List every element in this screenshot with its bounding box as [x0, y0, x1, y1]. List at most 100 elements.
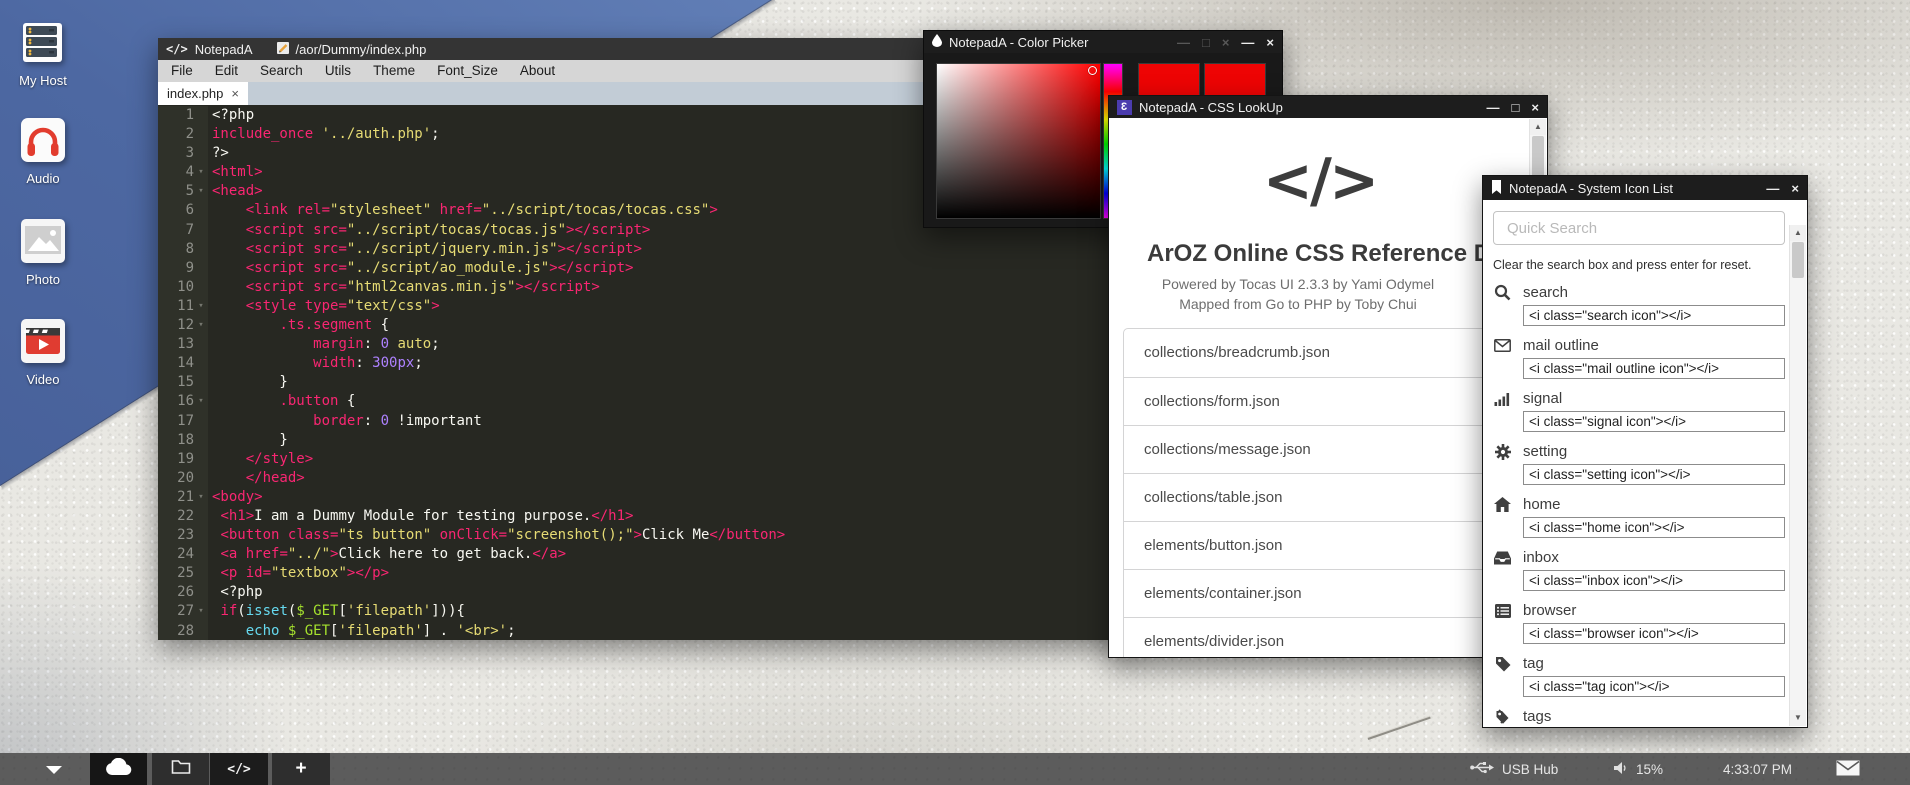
- minimize-icon[interactable]: —: [1487, 101, 1500, 114]
- fold-arrow-icon[interactable]: ▾: [194, 316, 208, 335]
- menu-item-edit[interactable]: Edit: [204, 60, 249, 82]
- iconlist-title: NotepadA - System Icon List: [1509, 181, 1673, 196]
- menu-item-about[interactable]: About: [509, 60, 566, 82]
- code-line[interactable]: 17 border: 0 !important: [158, 412, 1135, 431]
- icon-code-field[interactable]: [1523, 464, 1785, 485]
- code-line[interactable]: 21▾<body>: [158, 488, 1135, 507]
- code-line[interactable]: 20 </head>: [158, 469, 1135, 488]
- icon-code-field[interactable]: [1523, 305, 1785, 326]
- tags-icon: [1493, 708, 1512, 725]
- taskbar-tile-cloud[interactable]: [90, 753, 147, 785]
- messages-tray[interactable]: [1836, 753, 1860, 785]
- icon-code-field[interactable]: [1523, 623, 1785, 644]
- code-line[interactable]: 10 <script src="html2canvas.min.js"></sc…: [158, 278, 1135, 297]
- quick-search-input[interactable]: [1493, 211, 1785, 245]
- taskbar-tile-code[interactable]: </>: [210, 753, 268, 785]
- iconlist-scrollbar[interactable]: ▲ ▼: [1789, 225, 1806, 726]
- code-line[interactable]: 25 <p id="textbox"></p>: [158, 564, 1135, 583]
- open-file-entry[interactable]: /aor/Dummy/index.php: [276, 41, 427, 58]
- code-line[interactable]: 12▾ .ts.segment {: [158, 316, 1135, 335]
- iconlist-titlebar[interactable]: NotepadA - System Icon List — ×: [1483, 176, 1807, 200]
- minimize-icon[interactable]: —: [1177, 36, 1190, 49]
- icon-code-field[interactable]: [1523, 411, 1785, 432]
- desktop-icon-video[interactable]: Video: [0, 317, 86, 387]
- code-line[interactable]: 15 }: [158, 373, 1135, 392]
- code-line[interactable]: 18 }: [158, 431, 1135, 450]
- menu-item-search[interactable]: Search: [249, 60, 314, 82]
- fold-arrow-icon[interactable]: ▾: [194, 392, 208, 411]
- icon-code-field[interactable]: [1523, 358, 1785, 379]
- minimize-icon[interactable]: —: [1766, 182, 1779, 195]
- fold-arrow-icon[interactable]: ▾: [194, 297, 208, 316]
- minimize-icon[interactable]: —: [1241, 36, 1254, 49]
- tab-close-icon[interactable]: ×: [231, 82, 239, 105]
- desktop-icon-photo[interactable]: Photo: [0, 217, 86, 287]
- code-line[interactable]: 27▾ if(isset($_GET['filepath'])){: [158, 602, 1135, 621]
- code-text: <style type="text/css">: [208, 297, 440, 316]
- picker-title: NotepadA - Color Picker: [949, 35, 1088, 50]
- clock[interactable]: 4:33:07 PM: [1723, 753, 1792, 785]
- menu-item-font_size[interactable]: Font_Size: [426, 60, 509, 82]
- taskbar-tile-files[interactable]: [152, 753, 209, 785]
- scroll-up-icon[interactable]: ▲: [1790, 225, 1806, 241]
- saturation-value-square[interactable]: [936, 63, 1101, 219]
- code-line[interactable]: 9 <script src="../script/ao_module.js"><…: [158, 259, 1135, 278]
- picker-titlebar[interactable]: NotepadA - Color Picker — □ × — ×: [924, 31, 1282, 53]
- icon-code-field[interactable]: [1523, 570, 1785, 591]
- code-line[interactable]: 19 </style>: [158, 450, 1135, 469]
- fold-arrow-icon[interactable]: ▾: [194, 163, 208, 182]
- maximize-icon[interactable]: □: [1512, 101, 1520, 114]
- icon-code-field[interactable]: [1523, 676, 1785, 697]
- icon-entry-label: tag: [1523, 655, 1544, 672]
- chevron-down-icon[interactable]: [46, 766, 62, 774]
- menu-item-file[interactable]: File: [160, 60, 204, 82]
- scroll-down-icon[interactable]: ▼: [1790, 710, 1806, 726]
- close-icon[interactable]: ×: [1791, 182, 1799, 195]
- desktop-icon-my-host[interactable]: My Host: [0, 18, 86, 88]
- code-line[interactable]: 11▾ <style type="text/css">: [158, 297, 1135, 316]
- code-line[interactable]: 14 width: 300px;: [158, 354, 1135, 373]
- code-line[interactable]: 22 <h1>I am a Dummy Module for testing p…: [158, 507, 1135, 526]
- usb-status[interactable]: USB Hub: [1470, 753, 1558, 785]
- icon-code-field[interactable]: [1523, 517, 1785, 538]
- line-number: 13: [158, 335, 194, 354]
- code-line[interactable]: 26 <?php: [158, 583, 1135, 602]
- code-line[interactable]: 8 <script src="../script/jquery.min.js">…: [158, 240, 1135, 259]
- fold-arrow-icon[interactable]: ▾: [194, 602, 208, 621]
- fold-arrow-icon[interactable]: ▾: [194, 488, 208, 507]
- gutter-spacer: [194, 373, 208, 392]
- taskbar-tile-add[interactable]: +: [272, 753, 330, 785]
- icon-entries: searchmail outlinesignalsettinghomeinbox…: [1493, 282, 1785, 727]
- lookup-list-item[interactable]: elements/container.json: [1124, 569, 1522, 617]
- scrollbar-thumb[interactable]: [1792, 242, 1804, 278]
- close-icon[interactable]: ×: [1531, 101, 1539, 114]
- close-icon[interactable]: ×: [1222, 36, 1230, 49]
- code-line[interactable]: 24 <a href="../">Click here to get back.…: [158, 545, 1135, 564]
- bookmark-icon: [1491, 180, 1502, 197]
- scroll-up-icon[interactable]: ▲: [1530, 119, 1546, 135]
- lookup-list-item[interactable]: collections/form.json: [1124, 377, 1522, 425]
- volume-status[interactable]: 15%: [1613, 753, 1663, 785]
- lookup-list-item[interactable]: elements/button.json: [1124, 521, 1522, 569]
- tab-index-php[interactable]: index.php ×: [158, 82, 248, 105]
- lookup-list-item[interactable]: collections/table.json: [1124, 473, 1522, 521]
- mail-outline-icon: [1493, 337, 1512, 354]
- close-icon[interactable]: ×: [1266, 36, 1274, 49]
- code-line[interactable]: 13 margin: 0 auto;: [158, 335, 1135, 354]
- lookup-list-item[interactable]: collections/message.json: [1124, 425, 1522, 473]
- menu-item-theme[interactable]: Theme: [362, 60, 426, 82]
- icon-entry-label: mail outline: [1523, 337, 1599, 354]
- color-cursor[interactable]: [1088, 66, 1097, 75]
- lookup-subtitle: Mapped from Go to PHP by Toby Chui: [1109, 296, 1487, 312]
- desktop-icon-audio[interactable]: Audio: [0, 116, 86, 186]
- lookup-titlebar[interactable]: 3 NotepadA - CSS LookUp — □ ×: [1109, 96, 1547, 118]
- code-line[interactable]: 28 echo $_GET['filepath'] . '<br>';: [158, 622, 1135, 640]
- code-line[interactable]: 16▾ .button {: [158, 392, 1135, 411]
- menu-item-utils[interactable]: Utils: [314, 60, 362, 82]
- code-line[interactable]: 23 <button class="ts button" onClick="sc…: [158, 526, 1135, 545]
- maximize-icon[interactable]: □: [1202, 36, 1210, 49]
- usb-label: USB Hub: [1502, 762, 1558, 777]
- lookup-list-item[interactable]: collections/breadcrumb.json: [1124, 329, 1522, 377]
- lookup-list-item[interactable]: elements/divider.json: [1124, 617, 1522, 657]
- fold-arrow-icon[interactable]: ▾: [194, 182, 208, 201]
